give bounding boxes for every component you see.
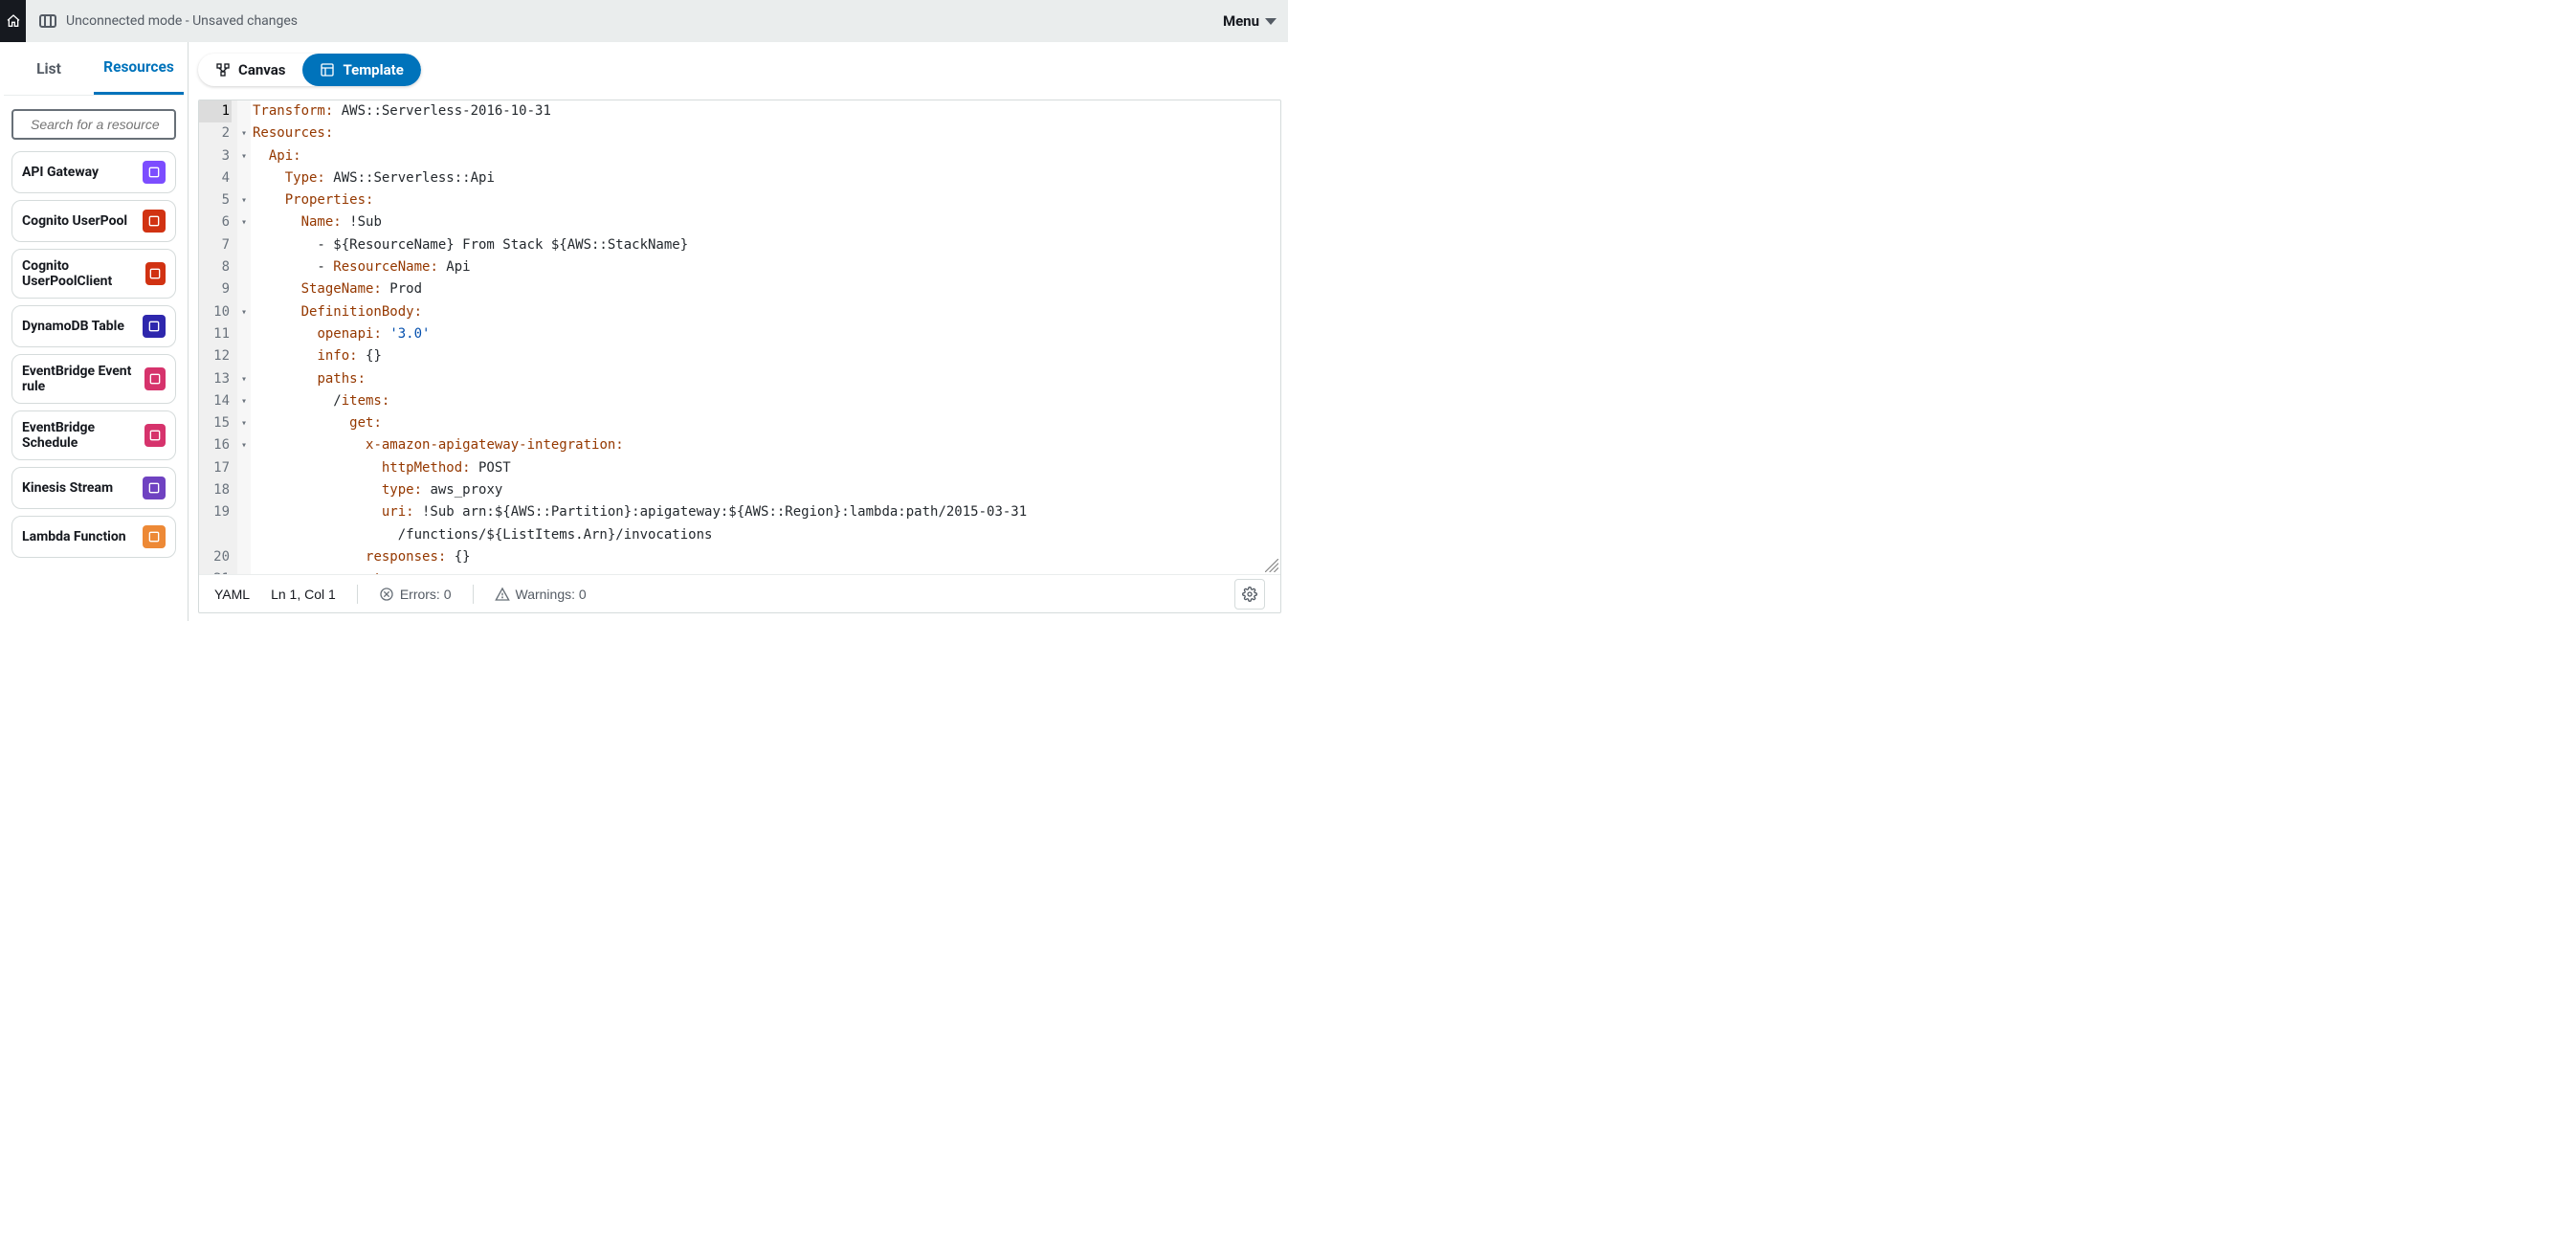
line-gutter: 1234567891011121314151617181920212223 [199,100,237,574]
content-area: Canvas Template 123456789101112131415161… [189,42,1288,621]
code-area[interactable]: Transform: AWS::Serverless-2016-10-31Res… [251,100,1280,574]
menu-button[interactable]: Menu [1223,0,1277,42]
resource-icon [143,477,166,499]
status-language[interactable]: YAML [214,587,250,602]
tab-list[interactable]: List [4,42,94,95]
canvas-tab[interactable]: Canvas [198,54,302,86]
resource-label: Lambda Function [22,529,126,544]
resource-item[interactable]: Cognito UserPool [11,200,176,242]
chevron-down-icon [1265,18,1277,25]
menu-label: Menu [1223,12,1259,30]
resource-icon [144,424,166,447]
resource-icon [143,161,166,184]
resource-item[interactable]: Cognito UserPoolClient [11,249,176,299]
canvas-icon [215,62,231,78]
resource-icon [143,525,166,548]
resource-label: EventBridge Event rule [22,364,144,394]
resource-item[interactable]: Lambda Function [11,516,176,558]
home-button[interactable] [0,0,26,42]
resource-item[interactable]: DynamoDB Table [11,305,176,347]
resource-icon [145,262,166,285]
sidebar: List Resources API Gateway Cognito UserPo… [0,42,189,621]
template-label: Template [343,61,403,78]
sidebar-tabs: List Resources [4,42,184,96]
resource-label: Cognito UserPoolClient [22,258,145,289]
status-bar: YAML Ln 1, Col 1 Errors: 0 Warnings: 0 [199,574,1280,612]
resource-item[interactable]: API Gateway [11,151,176,193]
resize-handle-icon[interactable] [1265,559,1278,572]
warning-icon [495,587,510,602]
resource-icon [143,210,166,233]
template-icon [320,62,335,78]
resource-item[interactable]: EventBridge Event rule [11,354,176,404]
settings-button[interactable] [1234,579,1265,610]
resource-label: Kinesis Stream [22,480,113,496]
view-toggle: Canvas Template [198,54,421,86]
template-tab[interactable]: Template [302,54,420,86]
tab-resources[interactable]: Resources [94,42,184,95]
status-cursor-position: Ln 1, Col 1 [271,587,336,602]
resource-label: API Gateway [22,165,99,180]
fold-column[interactable]: ▾▾▾▾▾▾▾▾▾▾▾ [237,100,251,574]
resource-list: API Gateway Cognito UserPool Cognito UserP… [0,147,188,576]
status-errors[interactable]: Errors: 0 [379,587,452,602]
resource-label: Cognito UserPool [22,213,127,229]
error-icon [379,587,394,602]
mode-indicator: Unconnected mode - Unsaved changes [39,13,298,29]
mode-text: Unconnected mode - Unsaved changes [66,13,298,29]
search-box[interactable] [11,109,176,140]
resource-item[interactable]: Kinesis Stream [11,467,176,509]
topbar: Unconnected mode - Unsaved changes Menu [0,0,1288,42]
resource-item[interactable]: EventBridge Schedule [11,410,176,460]
code-editor[interactable]: 1234567891011121314151617181920212223 ▾▾… [199,100,1280,574]
resource-label: DynamoDB Table [22,319,124,334]
search-input[interactable] [31,117,205,132]
gear-icon [1242,587,1257,602]
resource-label: EventBridge Schedule [22,420,144,451]
status-warnings[interactable]: Warnings: 0 [495,587,587,602]
resource-icon [144,367,166,390]
canvas-mode-icon [39,14,56,28]
resource-icon [143,315,166,338]
canvas-label: Canvas [238,61,285,78]
home-icon [6,13,21,29]
editor-shell: 1234567891011121314151617181920212223 ▾▾… [198,100,1281,613]
